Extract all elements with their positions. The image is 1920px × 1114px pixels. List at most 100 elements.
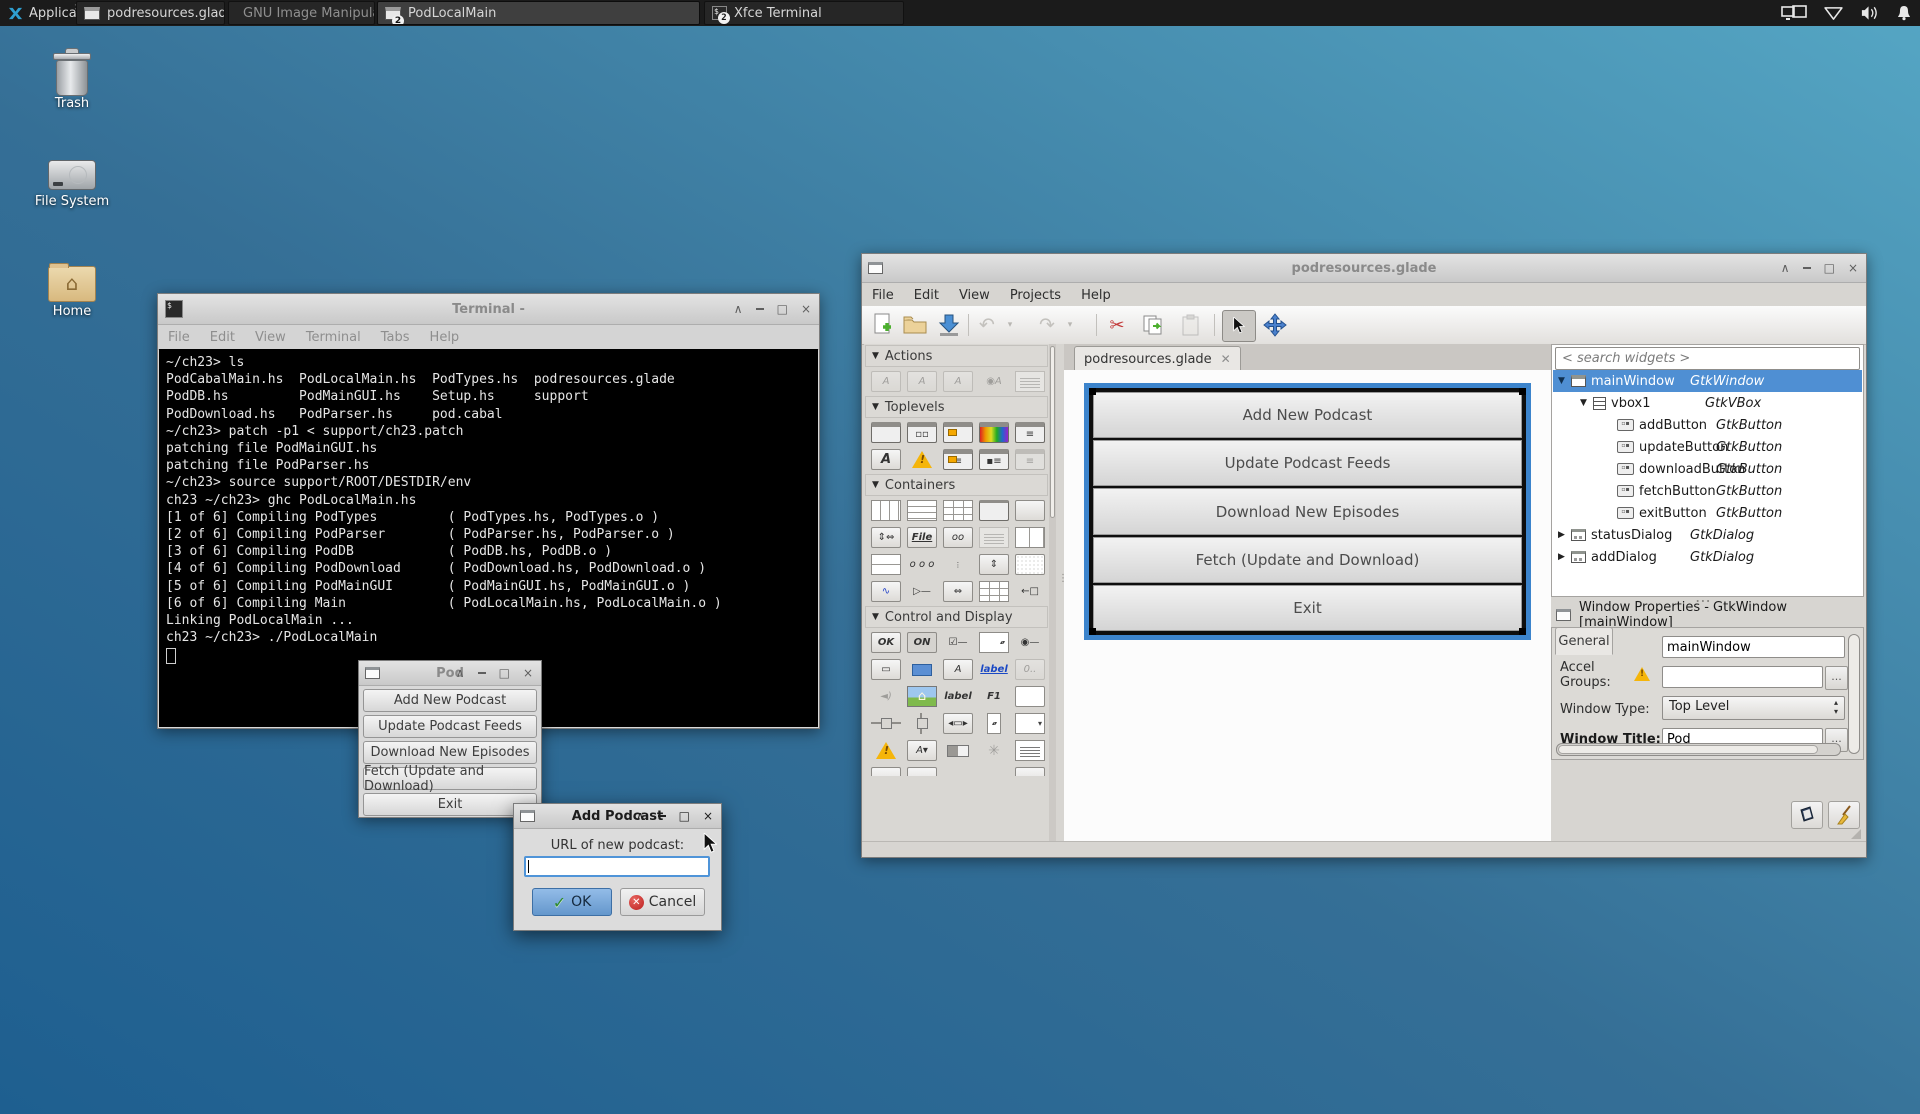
toggle-button-icon[interactable]: ON [907,632,937,653]
menu-help[interactable]: Help [1071,285,1121,306]
menu-help[interactable]: Help [420,327,470,348]
progress-bar-icon[interactable] [907,767,937,776]
message-dialog-icon[interactable] [943,422,973,443]
combo-box-entry-icon[interactable]: A▾ [907,740,937,761]
design-fetch-button[interactable]: Fetch (Update and Download) [1093,537,1522,583]
minimize-button[interactable] [1803,267,1811,269]
designed-main-window[interactable]: Add New Podcast Update Podcast Feeds Dow… [1084,383,1531,640]
hpaned-icon[interactable] [1015,527,1045,548]
text-view-icon[interactable] [1015,740,1045,761]
undo-button[interactable]: ↶ [974,312,1000,338]
design-download-button[interactable]: Download New Episodes [1093,488,1522,534]
viewport-icon[interactable] [1015,554,1045,575]
pod-titlebar[interactable]: Pod ∧ □ × [359,661,541,686]
close-button[interactable]: × [801,304,811,314]
about-dialog-icon[interactable]: ≡ [1015,422,1045,443]
assistant-icon[interactable]: ▪≡ [979,449,1009,470]
drawing-area-icon[interactable]: ⇔ [943,581,973,602]
buttonbox-icon[interactable]: o o o [907,554,937,575]
notebook-icon[interactable] [979,581,1009,602]
palette-section-control-display[interactable]: ▼Control and Display [865,606,1048,628]
table-icon[interactable] [943,500,973,521]
menu-view[interactable]: View [245,327,296,348]
close-button[interactable]: × [703,811,713,821]
maximize-button[interactable]: □ [777,304,788,314]
project-tab[interactable]: podresources.glade ✕ [1074,346,1241,371]
input-dialog-icon[interactable]: ≡ [943,449,973,470]
hscrollbar-icon[interactable]: ◂▭▸ [943,713,973,734]
network-wifi-icon[interactable] [1824,6,1843,21]
redo-button[interactable]: ↷ [1034,312,1060,338]
action-icon[interactable]: A [871,371,901,392]
label-icon[interactable]: label [943,686,973,707]
minimize-button[interactable] [658,815,666,817]
search-widgets-input[interactable]: < search widgets > [1555,347,1860,370]
download-new-episodes-button[interactable]: Download New Episodes [363,741,537,764]
new-project-button[interactable] [870,312,896,338]
save-button[interactable] [936,312,962,338]
desktop-icon-trash[interactable]: Trash [26,48,118,111]
shade-button[interactable]: ∧ [636,811,645,821]
close-button[interactable]: × [1848,263,1858,273]
tree-row-fetchbutton[interactable]: ▫▪ fetchButton GtkButton [1553,480,1862,502]
shade-button[interactable]: ∧ [1781,263,1790,273]
statusbar-icon[interactable] [871,767,901,776]
design-update-button[interactable]: Update Podcast Feeds [1093,440,1522,486]
design-add-button[interactable]: Add New Podcast [1093,392,1522,438]
recent-action-icon[interactable]: ◉A [979,371,1009,392]
scale-button-icon[interactable]: 0.. [1015,659,1045,680]
maximize-button[interactable]: □ [679,811,690,821]
tree-view-icon[interactable] [1015,767,1045,776]
link-button-icon[interactable]: label [979,659,1009,680]
tree-row-addbutton[interactable]: ▫▪ addButton GtkButton [1553,414,1862,436]
close-tab-icon[interactable]: ✕ [1221,352,1231,366]
font-button-icon[interactable]: A [943,659,973,680]
vscrollbar-icon[interactable] [987,713,1001,734]
menu-file[interactable]: File [862,285,904,306]
radio-action-icon[interactable]: A [943,371,973,392]
palette-section-containers[interactable]: ▼Containers [865,474,1048,496]
volume-icon[interactable] [1860,5,1879,21]
vscale-icon[interactable] [907,713,937,734]
pane-divider[interactable] [1056,344,1064,842]
alignment-icon[interactable] [1015,500,1045,521]
hscale-icon[interactable] [871,713,901,734]
switch-icon[interactable] [943,740,973,761]
fetch-button[interactable]: Fetch (Update and Download) [363,767,537,790]
hbuttonbox-icon[interactable]: oo [943,527,973,548]
tree-row-exitbutton[interactable]: ▫▪ exitButton GtkButton [1553,502,1862,524]
action-group-icon[interactable] [1015,371,1045,392]
expander-open-icon[interactable]: ▼ [1557,376,1566,386]
resize-grip[interactable] [1851,829,1861,839]
accel-label-icon[interactable]: F1 [979,686,1009,707]
tree-row-adddialog[interactable]: ▶ addDialog GtkDialog [1553,546,1862,568]
warning-image-icon[interactable] [871,740,901,761]
tree-row-statusdialog[interactable]: ▶ statusDialog GtkDialog [1553,524,1862,546]
palette-scrollbar[interactable] [1049,344,1056,842]
curve-icon[interactable]: ∿ [871,581,901,602]
entry-icon[interactable] [907,659,937,680]
palette-section-actions[interactable]: ▼Actions [865,345,1048,367]
notifications-bell-icon[interactable] [1896,5,1912,21]
vbuttonbox-icon[interactable]: ⋮ [943,554,973,575]
menu-tabs[interactable]: Tabs [371,327,420,348]
dialog-icon[interactable]: ▫▫ [907,422,937,443]
shade-button[interactable]: ∧ [456,668,465,678]
combo-box-icon[interactable] [1015,713,1045,734]
open-project-button[interactable] [902,312,928,338]
add-podcast-titlebar[interactable]: Add Podcast ∧ □ × [514,804,721,829]
tree-row-vbox1[interactable]: ▼ vbox1 GtkVBox [1553,392,1862,414]
design-exit-button[interactable]: Exit [1093,585,1522,631]
aspect-frame-icon[interactable]: File [907,527,937,548]
toolbar-icon[interactable] [979,527,1009,548]
menu-view[interactable]: View [949,285,1000,306]
text-entry-icon[interactable] [1015,686,1045,707]
url-input[interactable] [524,856,710,877]
selection-handle[interactable] [1519,388,1526,395]
accel-groups-input[interactable] [1662,666,1823,688]
cleanup-button[interactable] [1828,801,1860,829]
maximize-button[interactable]: □ [1824,263,1835,273]
selection-handle[interactable] [1089,628,1096,635]
ok-button[interactable]: ✓ OK [532,888,612,916]
minimize-button[interactable] [756,308,764,310]
